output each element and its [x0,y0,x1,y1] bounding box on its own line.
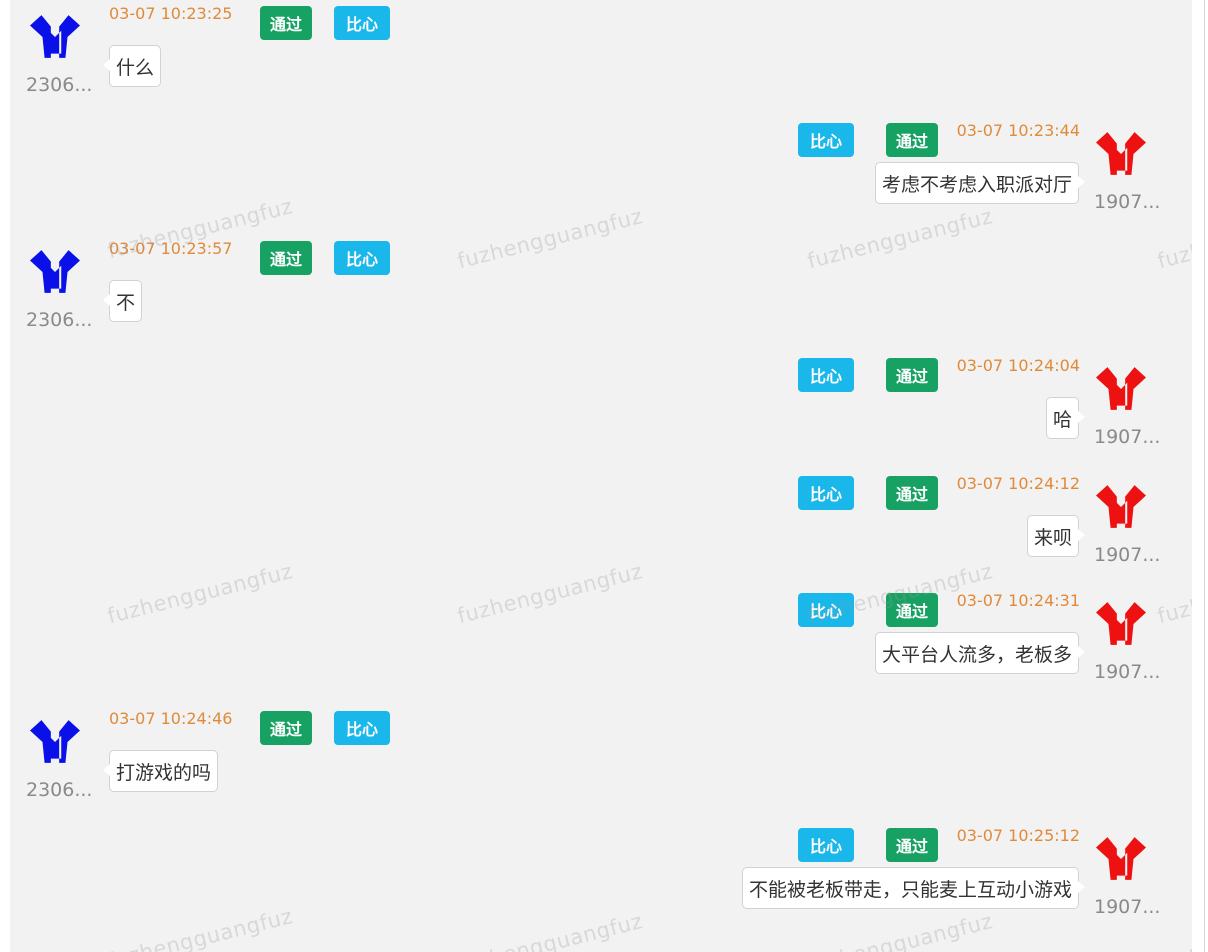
pass-button[interactable]: 通过 [260,6,312,40]
pass-button[interactable]: 通过 [886,358,938,392]
message-bubble: 来呗 [1026,515,1086,557]
message-timestamp: 03-07 10:24:04 [956,356,1080,375]
chat-message: 2306... 03-07 10:23:57 通过 比心 不 [10,235,1192,345]
username[interactable]: 2306... [26,309,98,331]
like-button[interactable]: 比心 [334,6,390,40]
message-timestamp: 03-07 10:24:46 [109,709,233,728]
message-timestamp: 03-07 10:25:12 [956,826,1080,845]
like-button[interactable]: 比心 [798,476,854,510]
message-bubble: 哈 [1045,397,1086,439]
avatar-icon[interactable] [1092,599,1150,649]
chat-message: 1907... 03-07 10:24:04 通过 比心 哈 [10,352,1192,462]
username[interactable]: 1907... [1094,896,1166,918]
message-bubble: 打游戏的吗 [102,750,219,792]
username[interactable]: 2306... [26,779,98,801]
chat-message: 1907... 03-07 10:24:12 通过 比心 来呗 [10,470,1192,580]
scrollbar-track[interactable] [1204,0,1205,952]
like-button[interactable]: 比心 [798,828,854,862]
username[interactable]: 1907... [1094,661,1166,683]
username[interactable]: 2306... [26,74,98,96]
like-button[interactable]: 比心 [798,123,854,157]
pass-button[interactable]: 通过 [886,593,938,627]
pass-button[interactable]: 通过 [886,828,938,862]
avatar-icon[interactable] [26,12,84,62]
message-bubble: 不能被老板带走，只能麦上互动小游戏 [741,867,1086,909]
chat-log-panel: 2306... 03-07 10:23:25 通过 比心 什么 1907... … [10,0,1192,952]
pass-button[interactable]: 通过 [260,711,312,745]
chat-message: 2306... 03-07 10:23:25 通过 比心 什么 [10,0,1192,110]
message-timestamp: 03-07 10:23:25 [109,4,233,23]
message-bubble: 什么 [102,45,162,87]
avatar-icon[interactable] [1092,834,1150,884]
pass-button[interactable]: 通过 [886,476,938,510]
avatar-icon[interactable] [1092,482,1150,532]
message-timestamp: 03-07 10:23:44 [956,121,1080,140]
message-timestamp: 03-07 10:24:31 [956,591,1080,610]
username[interactable]: 1907... [1094,426,1166,448]
avatar-icon[interactable] [26,717,84,767]
message-timestamp: 03-07 10:24:12 [956,474,1080,493]
like-button[interactable]: 比心 [334,711,390,745]
chat-message: 2306... 03-07 10:24:46 通过 比心 打游戏的吗 [10,705,1192,815]
chat-message: 1907... 03-07 10:25:12 通过 比心 不能被老板带走，只能麦… [10,822,1192,932]
avatar-icon[interactable] [1092,129,1150,179]
message-timestamp: 03-07 10:23:57 [109,239,233,258]
chat-message: 1907... 03-07 10:23:44 通过 比心 考虑不考虑入职派对厅 [10,117,1192,227]
username[interactable]: 1907... [1094,544,1166,566]
message-bubble: 考虑不考虑入职派对厅 [874,162,1086,204]
avatar-icon[interactable] [26,247,84,297]
message-bubble: 大平台人流多，老板多 [874,632,1086,674]
like-button[interactable]: 比心 [798,593,854,627]
pass-button[interactable]: 通过 [260,241,312,275]
like-button[interactable]: 比心 [334,241,390,275]
message-bubble: 不 [102,280,143,322]
username[interactable]: 1907... [1094,191,1166,213]
avatar-icon[interactable] [1092,364,1150,414]
chat-message: 1907... 03-07 10:24:31 通过 比心 大平台人流多，老板多 [10,587,1192,697]
pass-button[interactable]: 通过 [886,123,938,157]
like-button[interactable]: 比心 [798,358,854,392]
